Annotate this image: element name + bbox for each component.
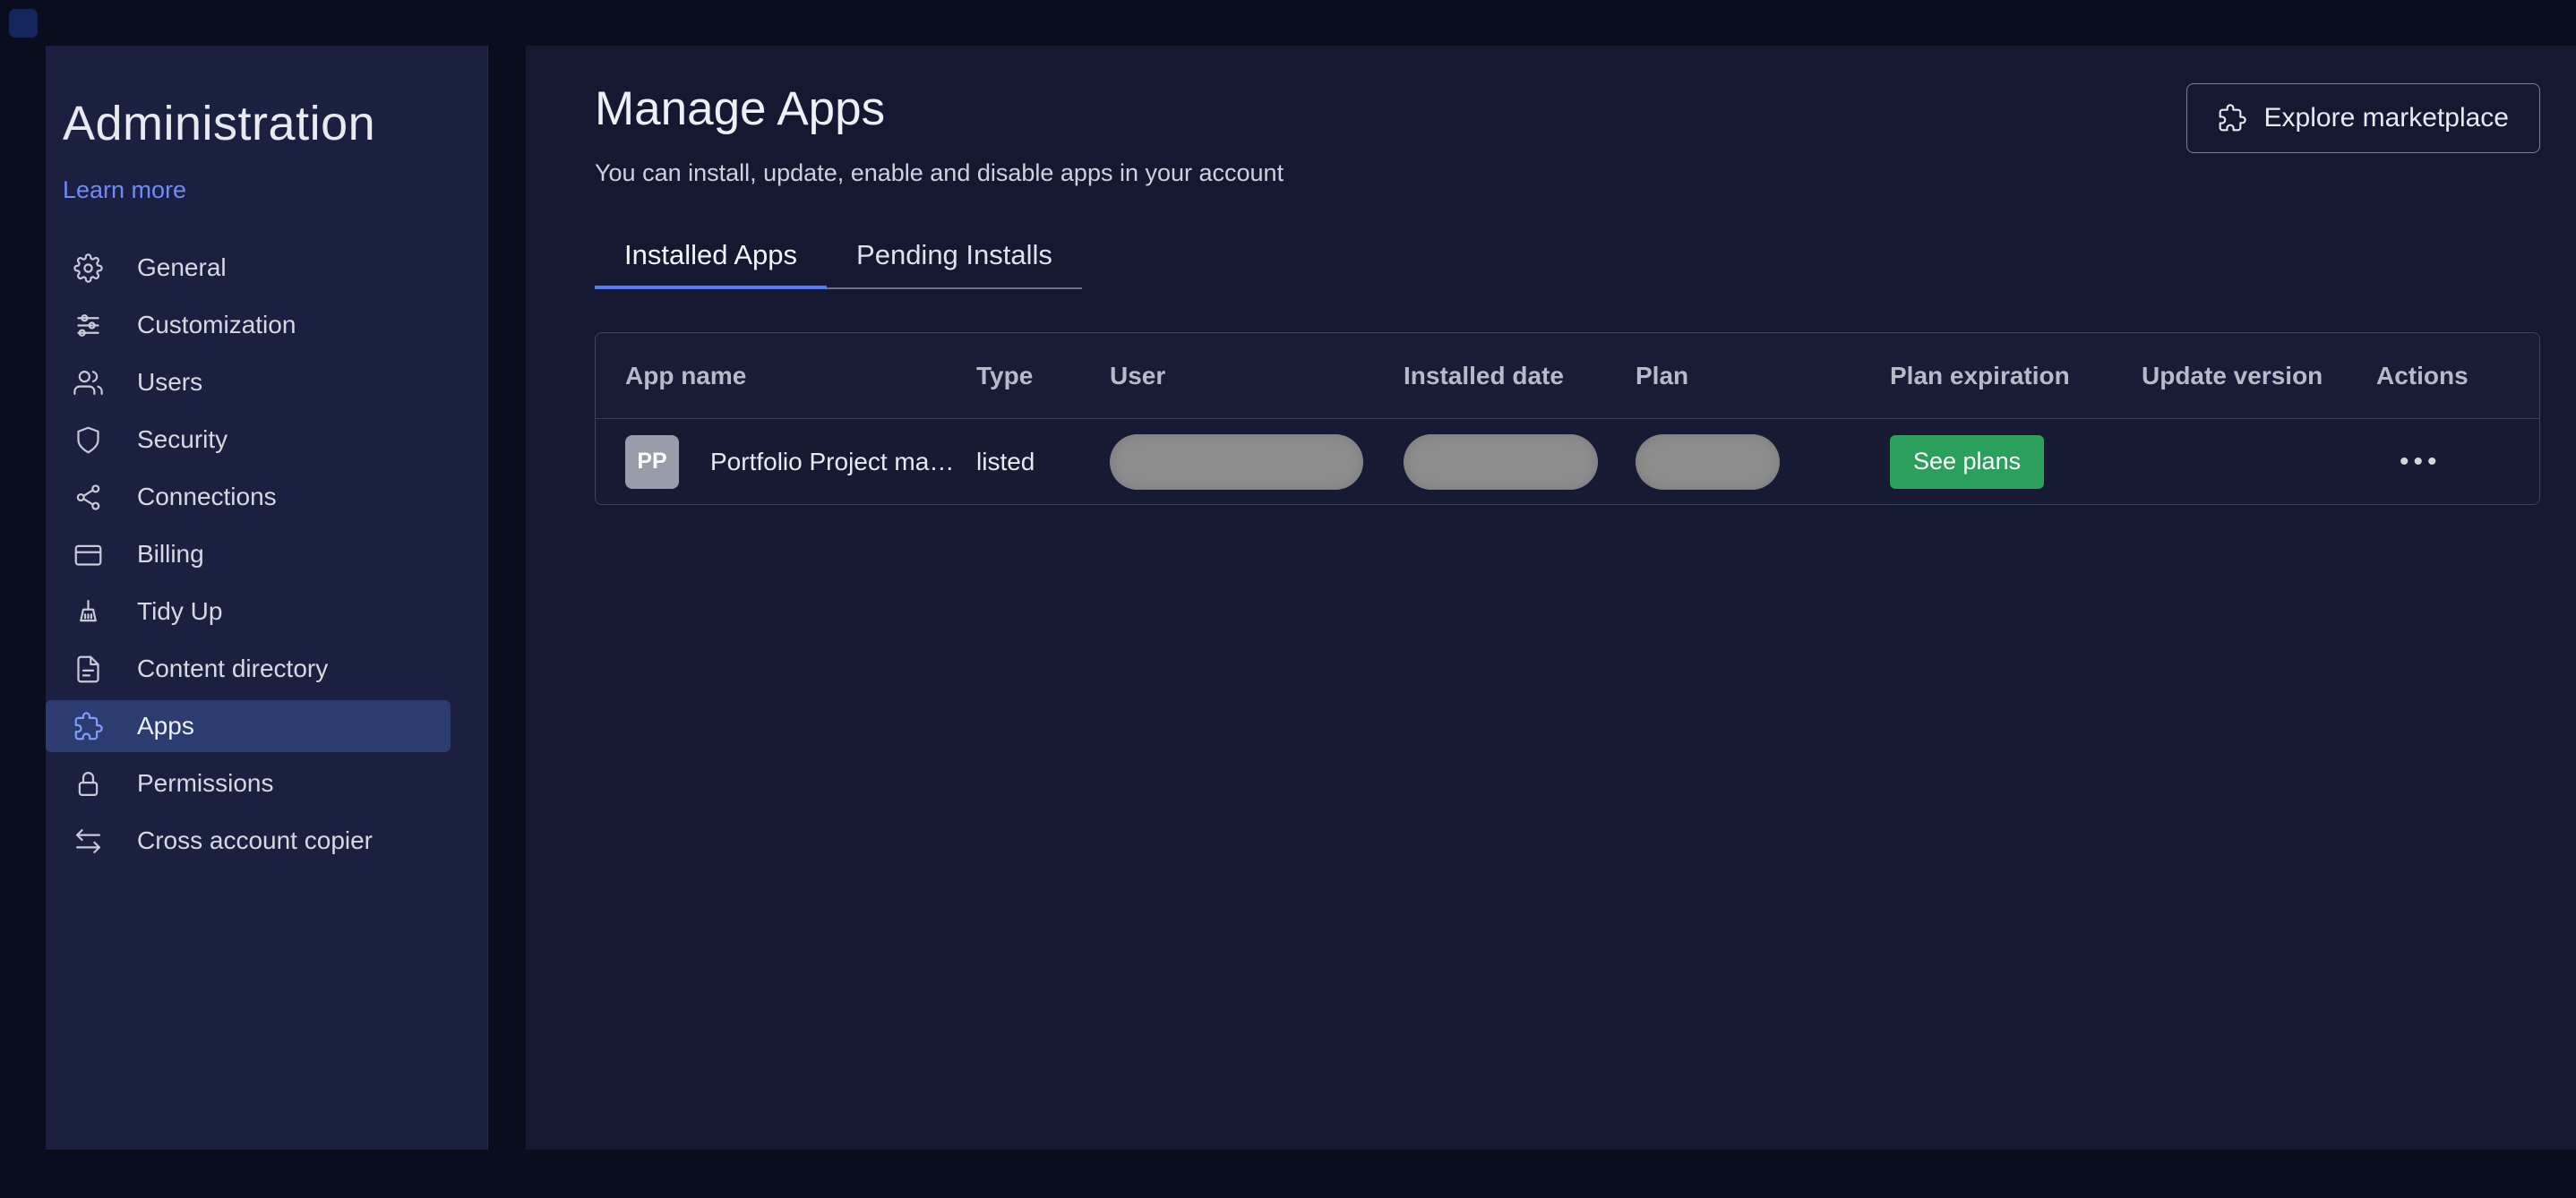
admin-sidebar: Administration Learn more General Custom… bbox=[46, 46, 488, 1150]
column-header-plan-expiration: Plan expiration bbox=[1890, 361, 2070, 389]
table-row: PP Portfolio Project ma… listed See plan… bbox=[596, 419, 2539, 504]
broom-icon bbox=[73, 597, 103, 627]
table-header-row: App name Type User Installed date Plan P… bbox=[596, 333, 2539, 419]
redacted-plan-value bbox=[1636, 433, 1780, 490]
app-name-cell: PP Portfolio Project ma… bbox=[596, 434, 976, 489]
explore-marketplace-button[interactable]: Explore marketplace bbox=[2185, 83, 2540, 153]
sidebar-item-label: Cross account copier bbox=[137, 826, 374, 854]
sidebar-nav: General Customization Users Security Con bbox=[46, 242, 487, 867]
users-icon bbox=[73, 368, 103, 398]
column-header-plan: Plan bbox=[1636, 361, 1689, 389]
explore-marketplace-label: Explore marketplace bbox=[2263, 103, 2509, 133]
app-avatar: PP bbox=[625, 434, 679, 489]
app-type-cell: listed bbox=[976, 447, 1035, 475]
transfer-arrows-icon bbox=[73, 826, 103, 856]
user-cell bbox=[1110, 433, 1404, 490]
tab-installed-apps[interactable]: Installed Apps bbox=[595, 239, 828, 289]
manage-apps-panel: Manage Apps You can install, update, ena… bbox=[526, 46, 2576, 1150]
sidebar-item-tidy-up[interactable]: Tidy Up bbox=[46, 586, 451, 638]
actions-cell: ••• bbox=[2376, 447, 2539, 477]
shield-icon bbox=[73, 425, 103, 455]
installed-date-cell bbox=[1404, 433, 1636, 490]
sidebar-item-label: Security bbox=[137, 425, 228, 453]
lock-icon bbox=[73, 769, 103, 799]
sidebar-item-permissions[interactable]: Permissions bbox=[46, 757, 451, 809]
see-plans-button[interactable]: See plans bbox=[1890, 434, 2045, 489]
column-header-user: User bbox=[1110, 361, 1166, 389]
redacted-user-value bbox=[1110, 433, 1363, 490]
page-header: Manage Apps You can install, update, ena… bbox=[595, 81, 2540, 187]
document-icon bbox=[73, 655, 103, 684]
sidebar-item-label: Content directory bbox=[137, 655, 329, 682]
gear-icon bbox=[73, 252, 103, 283]
page-subtitle: You can install, update, enable and disa… bbox=[595, 159, 1284, 186]
app-name-text: Portfolio Project ma… bbox=[710, 447, 955, 475]
tab-pending-installs[interactable]: Pending Installs bbox=[827, 239, 1082, 289]
sidebar-item-users[interactable]: Users bbox=[46, 356, 451, 408]
learn-more-link[interactable]: Learn more bbox=[63, 176, 186, 204]
sidebar-item-billing[interactable]: Billing bbox=[46, 528, 451, 580]
sliders-icon bbox=[73, 311, 103, 340]
sidebar-title: Administration bbox=[63, 97, 376, 150]
sidebar-item-label: Permissions bbox=[137, 769, 274, 797]
puzzle-icon bbox=[2218, 104, 2246, 133]
sidebar-item-content-directory[interactable]: Content directory bbox=[46, 643, 451, 695]
row-actions-menu-icon[interactable]: ••• bbox=[2376, 447, 2442, 476]
plan-expiration-cell: See plans bbox=[1890, 434, 2142, 489]
sidebar-item-cross-account-copier[interactable]: Cross account copier bbox=[46, 815, 451, 867]
apps-tabs: Installed Apps Pending Installs bbox=[595, 239, 1082, 289]
sidebar-item-label: Tidy Up bbox=[137, 597, 223, 625]
column-header-app-name: App name bbox=[625, 361, 747, 389]
column-header-installed-date: Installed date bbox=[1404, 361, 1564, 389]
sidebar-item-security[interactable]: Security bbox=[46, 414, 451, 466]
sidebar-item-label: Apps bbox=[137, 712, 194, 740]
installed-apps-table: App name Type User Installed date Plan P… bbox=[595, 332, 2540, 505]
plan-cell bbox=[1636, 433, 1890, 490]
sidebar-item-label: General bbox=[137, 253, 227, 281]
puzzle-icon bbox=[73, 711, 103, 741]
credit-card-icon bbox=[73, 540, 103, 569]
sidebar-item-general[interactable]: General bbox=[46, 242, 451, 294]
sidebar-item-connections[interactable]: Connections bbox=[46, 471, 451, 523]
column-header-actions: Actions bbox=[2376, 361, 2469, 389]
sidebar-item-label: Users bbox=[137, 368, 203, 396]
sidebar-item-label: Billing bbox=[137, 540, 204, 568]
app-logo bbox=[9, 9, 38, 38]
column-header-type: Type bbox=[976, 361, 1034, 389]
sidebar-item-label: Connections bbox=[137, 483, 277, 510]
page-title: Manage Apps bbox=[595, 82, 886, 135]
sidebar-item-customization[interactable]: Customization bbox=[46, 299, 451, 351]
redacted-installed-date-value bbox=[1404, 433, 1598, 490]
page-header-text: Manage Apps You can install, update, ena… bbox=[595, 81, 1284, 187]
nodes-icon bbox=[73, 483, 103, 512]
sidebar-item-apps[interactable]: Apps bbox=[46, 700, 451, 752]
column-header-update-version: Update version bbox=[2142, 361, 2323, 389]
sidebar-item-label: Customization bbox=[137, 311, 296, 338]
